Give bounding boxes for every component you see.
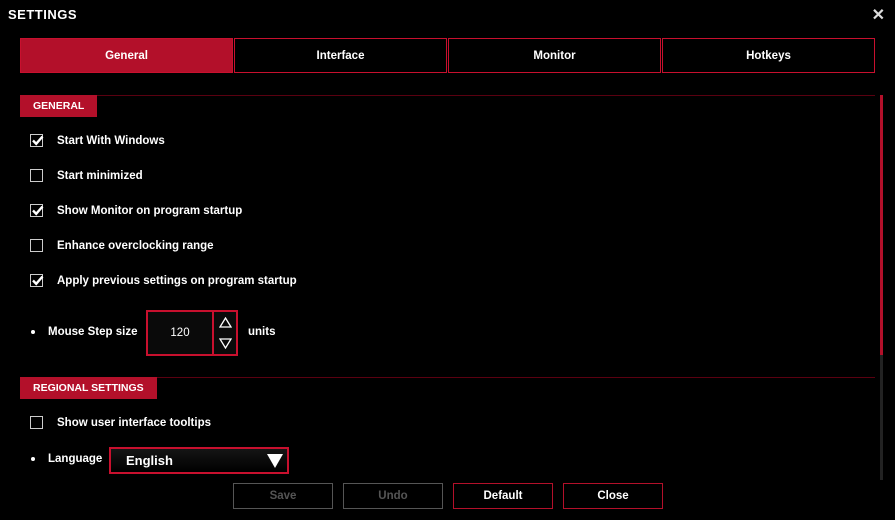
language-label: Language: [48, 453, 103, 465]
section-divider: [20, 95, 875, 96]
bullet-icon: [31, 330, 35, 334]
stepper-arrows: [212, 312, 236, 354]
section-title-general: GENERAL: [20, 95, 98, 117]
checkbox[interactable]: [30, 416, 43, 429]
mouse-step-units: units: [248, 326, 276, 338]
checkbox[interactable]: [30, 134, 44, 147]
section-title-regional: REGIONAL SETTINGS: [20, 377, 157, 399]
close-button[interactable]: Close: [563, 483, 663, 509]
triangle-down-icon[interactable]: [218, 338, 232, 349]
option-enhance-overclocking[interactable]: Enhance overclocking range: [30, 239, 214, 252]
default-button[interactable]: Default: [453, 483, 553, 509]
checkmark-icon: [32, 205, 44, 216]
tab-general[interactable]: General: [20, 38, 233, 73]
language-row: Language: [30, 453, 102, 465]
tab-interface[interactable]: Interface: [234, 38, 447, 73]
option-show-tooltips[interactable]: Show user interface tooltips: [30, 416, 211, 429]
checkmark-icon: [32, 135, 44, 146]
close-icon[interactable]: ✕: [872, 5, 885, 25]
option-label: Start With Windows: [57, 134, 165, 147]
mouse-step-row: Mouse Step size: [30, 326, 137, 338]
undo-button[interactable]: Undo: [343, 483, 443, 509]
checkbox[interactable]: [30, 204, 44, 217]
option-apply-previous-settings[interactable]: Apply previous settings on program start…: [30, 274, 297, 287]
mouse-step-value[interactable]: 120: [148, 312, 212, 354]
tab-hotkeys[interactable]: Hotkeys: [662, 38, 875, 73]
window-title: SETTINGS: [8, 7, 78, 22]
checkmark-icon: [32, 275, 44, 286]
option-label: Show Monitor on program startup: [57, 204, 243, 217]
mouse-step-stepper[interactable]: 120: [146, 310, 238, 356]
option-label: Start minimized: [57, 169, 143, 182]
language-value: English: [126, 453, 173, 468]
option-start-minimized[interactable]: Start minimized: [30, 169, 143, 182]
option-label: Show user interface tooltips: [57, 416, 211, 429]
tab-monitor[interactable]: Monitor: [448, 38, 661, 73]
checkbox[interactable]: [30, 169, 43, 182]
option-label: Enhance overclocking range: [57, 239, 214, 252]
tab-bar: General Interface Monitor Hotkeys: [20, 38, 875, 73]
option-show-monitor[interactable]: Show Monitor on program startup: [30, 204, 242, 217]
language-select[interactable]: English: [109, 447, 289, 474]
checkbox[interactable]: [30, 274, 44, 287]
triangle-up-icon[interactable]: [218, 317, 232, 328]
save-button[interactable]: Save: [233, 483, 333, 509]
bullet-icon: [31, 457, 35, 461]
triangle-down-icon: [267, 453, 283, 468]
option-start-with-windows[interactable]: Start With Windows: [30, 134, 165, 147]
checkbox[interactable]: [30, 239, 43, 252]
scrollbar-thumb[interactable]: [880, 95, 883, 355]
option-label: Apply previous settings on program start…: [57, 274, 297, 287]
scrollbar[interactable]: [880, 95, 883, 480]
mouse-step-label: Mouse Step size: [48, 326, 138, 338]
